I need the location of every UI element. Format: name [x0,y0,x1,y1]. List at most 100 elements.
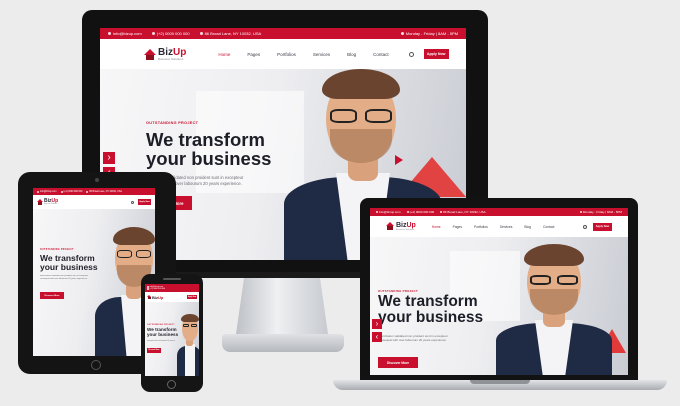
topbar-phone[interactable]: (+2) 0000 000 000 [157,31,190,36]
hero-description-line2: consequat with over labourum 20 years ex… [147,341,175,343]
monitor-stand-base [222,334,344,352]
logo-house-icon [386,222,394,231]
hero-eyebrow: OUTSTANDING PROJECT [146,121,199,125]
tablet-camera [95,178,99,182]
logo-tagline: Business Solutions [44,203,58,205]
main-menu: Home Pages Portfolios Services Blog Cont… [218,52,388,57]
clock-icon [579,211,582,213]
menu-item-services[interactable]: Services [500,225,513,229]
hero-description: Exercitation validated non proident sunt… [40,275,94,281]
site-logo[interactable]: BizUp [147,295,163,300]
clock-icon [400,32,404,35]
hero-description-line2: consequat with over labourum 20 years ex… [378,338,447,343]
hero-section: OUTSTANDING PROJECT We transform your bu… [370,237,628,375]
site-logo[interactable]: BizUp Business Solutions [143,46,187,61]
laptop-site-preview: info@bizup.com (+2) 0000 000 000 86 Broa… [370,208,628,375]
topbar-phone[interactable]: (+2) 0000 000 000 [150,288,166,290]
menu-item-home[interactable]: Home [432,225,441,229]
main-navbar: BizUp Business Solutions Apply Now [33,195,155,209]
discover-more-button[interactable]: Discover More [147,348,161,353]
hero-section: OUTSTANDING PROJECT We transform your bu… [33,209,155,356]
hero-headline: We transform your business [40,254,98,272]
hero-businessman-photo [492,243,616,375]
main-navbar: BizUp Business Solutions Home Pages Port… [100,39,466,69]
menu-item-contact[interactable]: Contact [543,225,554,229]
discover-more-button[interactable]: Discover More [40,292,64,299]
apply-now-button[interactable]: Apply Now [593,222,612,231]
hero-headline: We transform your business [378,293,484,327]
site-logo[interactable]: BizUp Business Solutions [37,198,58,206]
tablet-home-button [91,360,101,370]
site-logo[interactable]: BizUp Business Solutions [386,222,416,231]
hero-headline-line2: your business [146,148,272,170]
hero-headline: We transform your business [147,327,178,338]
menu-item-portfolios[interactable]: Portfolios [474,225,488,229]
topbar-hours: Monday - Friday | 8AM - 5PM [405,31,458,36]
topbar-phone[interactable]: (+2) 0000 000 000 [64,191,83,193]
tablet-site-preview: info@bizup.com (+2) 0000 000 000 86 Broa… [33,188,155,356]
discover-more-button[interactable]: Discover More [378,357,418,368]
phone-speaker [163,278,181,280]
main-menu: Home Pages Portfolios Services Blog Cont… [432,225,555,229]
phone-home-button [167,380,176,389]
menu-item-blog[interactable]: Blog [347,52,356,57]
topbar-email[interactable]: info@bizup.com [40,191,57,193]
hero-businessman-photo [177,306,199,376]
hero-description: Exercitation validated non proident sunt… [378,334,488,342]
logo-name-dark: Biz [158,46,173,58]
logo-house-icon [147,295,151,299]
phone-icon [60,190,63,193]
topbar-email[interactable]: info@bizup.com [113,31,142,36]
hero-headline-line1: We transform [378,293,478,310]
hero-eyebrow: OUTSTANDING PROJECT [40,249,74,251]
menu-item-blog[interactable]: Blog [524,225,531,229]
location-icon [199,32,203,35]
menu-item-pages[interactable]: Pages [247,52,260,57]
hero-headline-line2: your business [40,261,98,272]
phone-site-preview: info@bizup.com (+2) 0000 000 000 BizUp A… [145,284,199,376]
topbar: info@bizup.com (+2) 0000 000 000 [145,284,199,292]
menu-item-home[interactable]: Home [218,52,230,57]
topbar-phone[interactable]: (+2) 0000 000 000 [410,210,435,214]
main-navbar: BizUp Business Solutions Home Pages Port… [370,216,628,237]
topbar: info@bizup.com (+2) 0000 000 000 86 Broa… [33,188,155,195]
logo-house-icon [37,199,43,205]
mail-icon [37,190,39,193]
slider-prev-arrow[interactable]: ‹ [372,332,382,342]
menu-item-pages[interactable]: Pages [453,225,462,229]
search-icon[interactable] [408,51,414,57]
phone-icon [406,211,409,213]
mail-icon [108,32,111,35]
topbar-email[interactable]: info@bizup.com [379,210,401,214]
logo-name-dark: Biz [396,221,407,229]
slider-next-arrow[interactable]: › [372,319,382,329]
phone-icon [147,288,149,290]
menu-item-services[interactable]: Services [313,52,330,57]
hero-headline-line1: We transform [146,129,265,150]
topbar-hours: Monday - Friday | 8AM - 5PM [582,210,622,214]
slider-next-arrow[interactable]: › [103,152,115,164]
logo-name-red: Up [406,221,416,229]
hero-headline-line2: your business [378,309,484,327]
topbar-address: 86 Broad Lane, NY 10032, USA [89,190,122,193]
search-icon[interactable] [131,200,134,204]
laptop-hinge-notch [470,380,530,384]
search-icon[interactable] [583,224,587,229]
topbar: info@bizup.com (+2) 0000 000 000 86 Broa… [370,208,628,216]
hero-description-line2: consequat with over labourum 20 years ex… [40,277,88,280]
hero-eyebrow: OUTSTANDING PROJECT [147,324,175,326]
menu-item-contact[interactable]: Contact [373,52,389,57]
logo-tagline: Business Solutions [396,228,415,231]
menu-item-portfolios[interactable]: Portfolios [277,52,296,57]
logo-house-icon [143,48,156,60]
main-navbar: BizUp Apply Now [145,292,199,302]
phone-icon [151,32,155,35]
apply-now-button[interactable]: Apply Now [187,295,197,299]
topbar: info@bizup.com (+2) 0000 000 000 86 Broa… [100,28,466,39]
hero-description: Exercitation validated non proident sunt… [147,339,175,343]
logo-name-red: Up [173,46,187,58]
hero-headline: We transform your business [146,130,271,169]
apply-now-button[interactable]: Apply Now [423,49,449,59]
logo-tagline: Business Solutions [158,56,184,61]
apply-now-button[interactable]: Apply Now [138,199,151,205]
